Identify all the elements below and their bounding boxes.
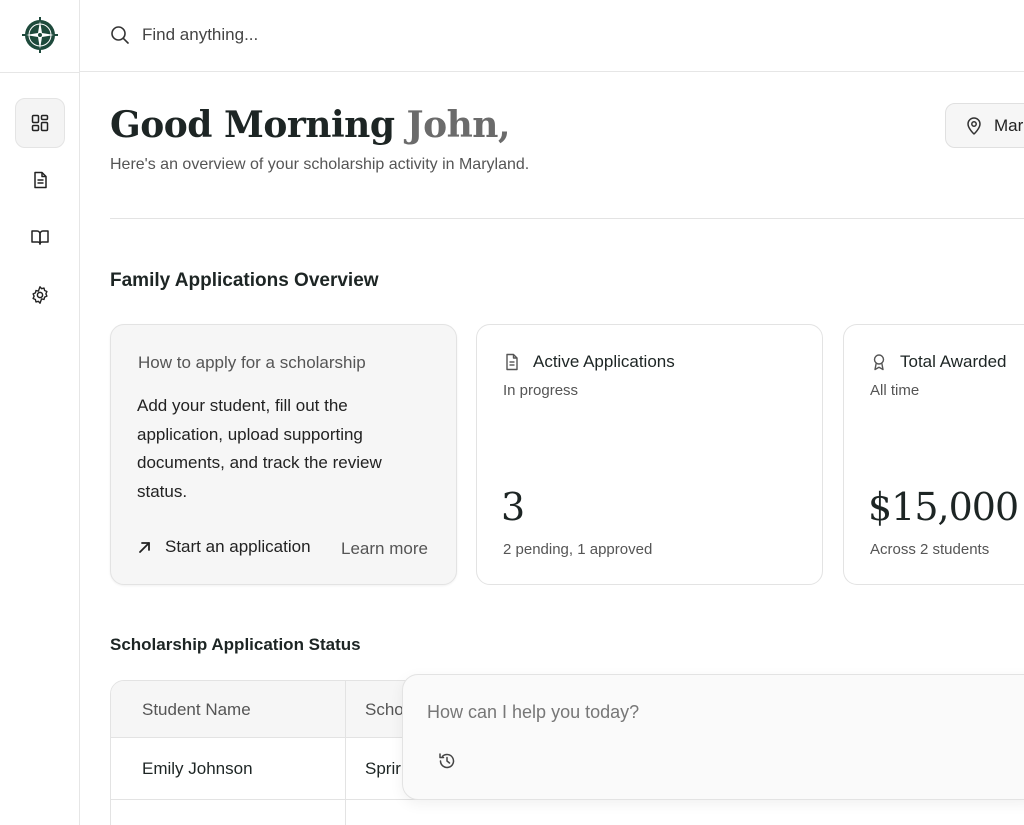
start-application-label: Start an application [165,537,311,556]
how-to-apply-card: How to apply for a scholarship Add your … [110,324,457,585]
compass-logo-icon[interactable] [22,17,58,53]
gear-icon [32,286,48,304]
search-input[interactable] [142,22,542,48]
location-label: Mar [994,115,1024,135]
total-awarded-card[interactable]: Total Awarded All time $15,000 Across 2 … [843,324,1024,585]
status-section-title: Scholarship Application Status [110,635,361,654]
header-divider [110,218,1024,219]
help-card-body: Add your student, fill out the applicati… [137,396,382,501]
award-ribbon-icon [873,354,885,371]
document-icon [506,353,518,371]
total-awarded-subtitle: All time [870,382,920,399]
chat-history-button[interactable] [436,750,458,772]
active-applications-card[interactable]: Active Applications In progress 3 2 pend… [476,324,823,585]
document-icon [34,171,47,189]
book-open-icon [31,230,49,245]
table-cell-scholarship[interactable]: Sprir [365,759,401,779]
sidebar-item-settings[interactable] [15,270,65,320]
location-selector-button[interactable]: Mar [945,103,1024,148]
total-awarded-footer: Across 2 students [870,541,990,558]
search-icon [111,26,129,44]
help-card-title: How to apply for a scholarship [138,353,366,372]
column-divider [345,681,346,825]
sidebar [0,0,80,825]
active-applications-subtitle: In progress [503,382,579,399]
overview-section-title: Family Applications Overview [110,270,379,291]
column-header-scholarship[interactable]: Scho [365,700,404,720]
sidebar-item-resources[interactable] [15,212,65,262]
page-title: Good Morning John, [110,104,510,146]
top-bar [80,0,1024,72]
sidebar-item-dashboard[interactable] [15,98,65,148]
map-pin-icon [967,116,981,135]
total-awarded-header: Total Awarded [870,352,1006,372]
learn-more-link[interactable]: Learn more [341,539,428,559]
dashboard-grid-icon [31,114,49,132]
greeting-text: Good Morning [110,104,395,146]
active-applications-header: Active Applications [503,352,675,372]
active-applications-footer: 2 pending, 1 approved [503,541,653,558]
assistant-chat-panel [402,674,1024,800]
sidebar-item-applications[interactable] [15,155,65,205]
assistant-chat-input[interactable] [427,699,987,725]
user-name: John, [406,104,511,146]
column-header-student-name[interactable]: Student Name [142,700,251,720]
page-subtitle: Here's an overview of your scholarship a… [110,156,530,173]
active-applications-title: Active Applications [533,352,675,371]
active-applications-count: 3 [501,485,525,529]
table-cell-student-name[interactable]: Emily Johnson [142,759,253,779]
history-icon [439,753,455,769]
total-awarded-amount: $15,000 [868,485,1019,529]
total-awarded-title: Total Awarded [900,352,1007,371]
sidebar-divider [0,72,80,73]
arrow-up-right-icon [139,542,150,553]
start-application-link[interactable]: Start an application [137,537,311,557]
